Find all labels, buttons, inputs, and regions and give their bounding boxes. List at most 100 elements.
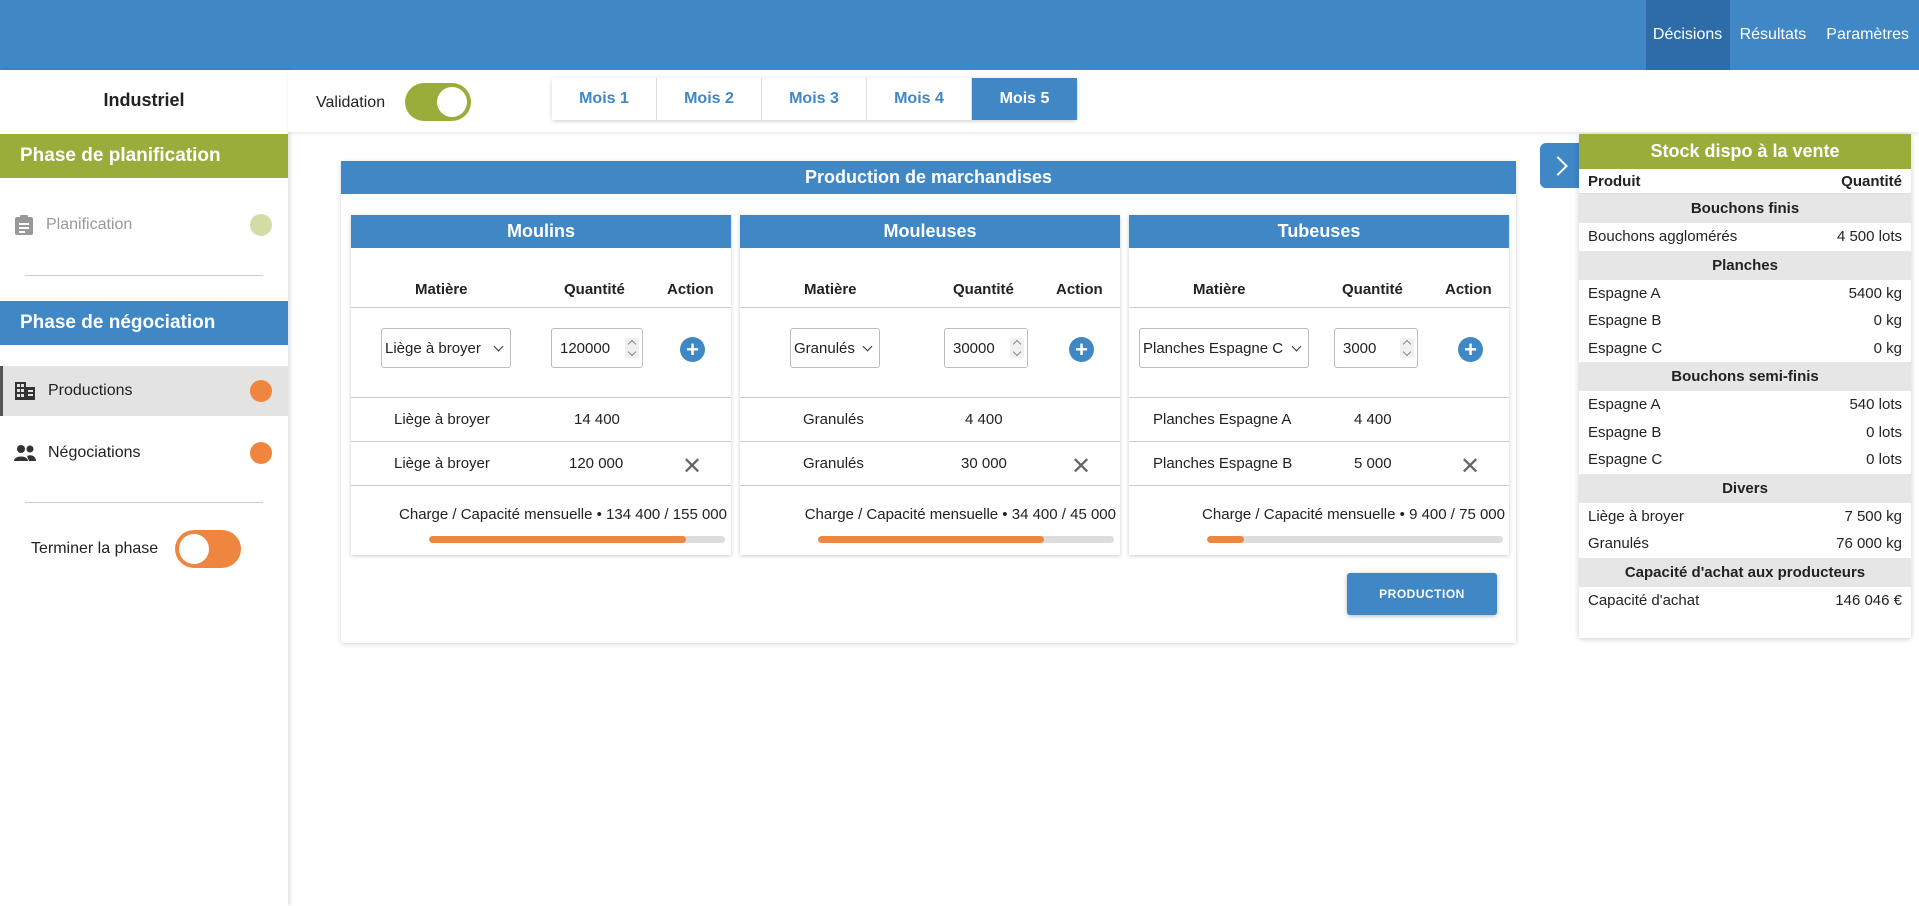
quantity-input[interactable]: 3000: [1334, 328, 1418, 368]
quantity-value: 120000: [560, 339, 611, 357]
row-material: Liège à broyer: [394, 455, 490, 472]
sidebar: Industriel Phase de planification Planif…: [0, 70, 288, 906]
stock-label: Espagne C: [1588, 451, 1663, 469]
delete-icon[interactable]: ✕: [1071, 452, 1091, 481]
tab-mois-5[interactable]: Mois 5: [972, 78, 1077, 120]
stock-value: 540 lots: [1849, 396, 1902, 414]
table-row: Granulés 4 400: [740, 398, 1120, 442]
machine-card-mouleuses: Mouleuses Matière Quantité Action Granul…: [740, 215, 1120, 555]
stock-value: 146 046 €: [1835, 591, 1902, 609]
capacity-bar-fill: [818, 536, 1045, 543]
stock-row: Liège à broyer 7 500 kg: [1579, 503, 1911, 531]
people-icon: [14, 445, 36, 461]
add-button[interactable]: +: [680, 337, 705, 362]
quantity-input[interactable]: 30000: [944, 328, 1028, 368]
nav-decisions[interactable]: Décisions: [1645, 0, 1730, 70]
delete-icon[interactable]: ✕: [1460, 452, 1480, 481]
machine-card-moulins: Moulins Matière Quantité Action Liège à …: [351, 215, 731, 555]
col-action: Action: [1056, 281, 1103, 298]
chevron-down-icon: [1291, 341, 1302, 352]
table-row: Planches Espagne A 4 400: [1129, 398, 1509, 442]
tab-mois-3[interactable]: Mois 3: [762, 78, 867, 120]
select-value: Liège à broyer: [385, 339, 481, 357]
stock-label: Bouchons agglomérés: [1588, 228, 1738, 246]
stock-label: Capacité d'achat: [1588, 591, 1700, 609]
sidebar-item-productions[interactable]: Productions: [0, 366, 288, 416]
row-material: Planches Espagne A: [1153, 411, 1292, 428]
stock-label: Espagne B: [1588, 312, 1662, 330]
sidebar-item-label: Négociations: [48, 444, 141, 461]
stock-section-header: Capacité d'achat aux producteurs: [1579, 557, 1911, 587]
top-nav: Décisions Résultats Paramètres: [1645, 0, 1919, 70]
stepper-icon[interactable]: [625, 338, 639, 358]
stock-row: Bouchons agglomérés 4 500 lots: [1579, 223, 1911, 251]
stock-value: 0 lots: [1866, 451, 1902, 469]
sidebar-item-negociations[interactable]: Négociations: [0, 428, 288, 478]
status-dot: [250, 214, 272, 236]
table-row: Liège à broyer 120 000 ✕: [351, 442, 731, 486]
stock-row: Espagne C 0 lots: [1579, 446, 1911, 474]
charge-capacity-text: Charge / Capacité mensuelle • 9 400 / 75…: [1202, 506, 1505, 523]
tab-mois-1[interactable]: Mois 1: [552, 78, 657, 120]
stock-row: Granulés 76 000 kg: [1579, 530, 1911, 558]
material-select[interactable]: Granulés: [790, 328, 880, 368]
stock-title: Stock dispo à la vente: [1579, 134, 1911, 169]
negotiation-phase-header: Phase de négociation: [0, 301, 288, 345]
sidebar-item-label: Planification: [46, 216, 133, 233]
toggle-knob: [179, 534, 209, 564]
capacity-bar: [818, 536, 1114, 543]
quantity-input[interactable]: 120000: [551, 328, 643, 368]
stock-section-header: Bouchons semi-finis: [1579, 362, 1911, 391]
status-dot: [250, 380, 272, 402]
planning-phase-header: Phase de planification: [0, 134, 288, 178]
charge-capacity-text: Charge / Capacité mensuelle • 134 400 / …: [399, 506, 727, 523]
top-bar: Décisions Résultats Paramètres: [0, 0, 1919, 70]
stock-value: 0 kg: [1873, 339, 1902, 357]
table-row: Planches Espagne B 5 000 ✕: [1129, 442, 1509, 486]
input-row: Liège à broyer 120000 +: [351, 308, 731, 398]
stock-label: Granulés: [1588, 535, 1649, 553]
capacity-bar: [429, 536, 725, 543]
tab-mois-2[interactable]: Mois 2: [657, 78, 762, 120]
row-quantity: 14 400: [574, 411, 620, 428]
material-select[interactable]: Liège à broyer: [381, 328, 511, 368]
col-action: Action: [667, 281, 714, 298]
row-quantity: 4 400: [965, 411, 1003, 428]
toggle-knob: [437, 87, 467, 117]
delete-icon[interactable]: ✕: [682, 452, 702, 481]
nav-resultats[interactable]: Résultats: [1730, 0, 1817, 70]
col-quantite: Quantité: [564, 281, 625, 298]
production-button[interactable]: PRODUCTION: [1347, 573, 1497, 615]
sidebar-item-planification[interactable]: Planification: [0, 200, 288, 250]
stock-row: Espagne B 0 kg: [1579, 307, 1911, 335]
validation-toggle[interactable]: [405, 83, 471, 121]
row-quantity: 4 400: [1354, 411, 1392, 428]
row-material: Planches Espagne B: [1153, 455, 1293, 472]
input-row: Planches Espagne C 3000 +: [1129, 308, 1509, 398]
tab-mois-4[interactable]: Mois 4: [867, 78, 972, 120]
machine-card-tubeuses: Tubeuses Matière Quantité Action Planche…: [1129, 215, 1509, 555]
nav-parametres[interactable]: Paramètres: [1816, 0, 1919, 70]
stepper-icon[interactable]: [1010, 338, 1024, 358]
status-dot: [250, 442, 272, 464]
capacity-bar: [1207, 536, 1503, 543]
finish-phase-toggle[interactable]: [175, 530, 241, 568]
production-panel: Production de marchandises Moulins Matiè…: [341, 161, 1516, 643]
add-button[interactable]: +: [1069, 337, 1094, 362]
row-material: Granulés: [803, 411, 864, 428]
quantity-value: 30000: [953, 339, 995, 357]
material-select[interactable]: Planches Espagne C: [1139, 328, 1309, 368]
stock-row: Espagne C 0 kg: [1579, 335, 1911, 363]
stock-row: Espagne A 540 lots: [1579, 391, 1911, 419]
stepper-icon[interactable]: [1400, 338, 1414, 358]
select-value: Granulés: [794, 339, 855, 357]
col-quantite: Quantité: [1841, 172, 1902, 190]
stock-value: 5400 kg: [1848, 284, 1902, 302]
table-header: Matière Quantité Action: [740, 248, 1120, 308]
chevron-right-icon[interactable]: [1540, 143, 1580, 188]
add-button[interactable]: +: [1458, 337, 1483, 362]
col-produit: Produit: [1588, 172, 1641, 190]
sidebar-item-label: Productions: [48, 382, 133, 399]
stock-value: 76 000 kg: [1836, 535, 1902, 553]
row-quantity: 30 000: [961, 455, 1007, 472]
